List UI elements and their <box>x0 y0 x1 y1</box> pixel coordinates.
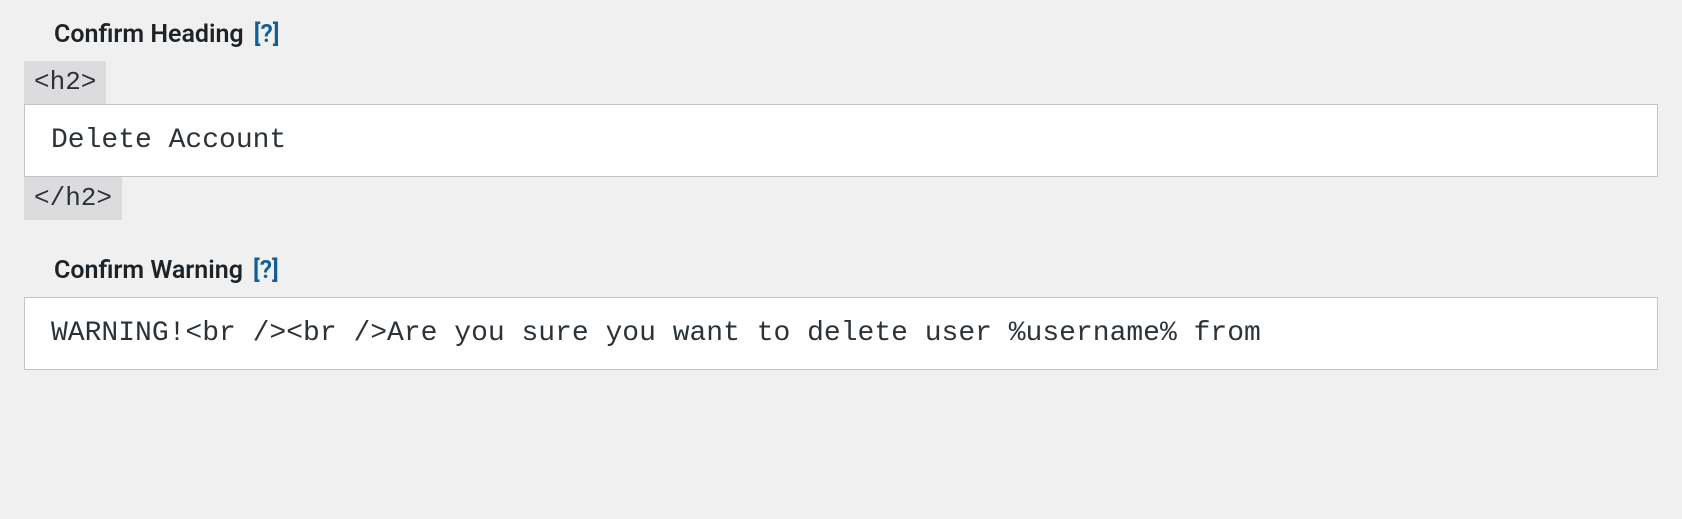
confirm-heading-tag-close: </h2> <box>24 177 122 220</box>
confirm-heading-help-link[interactable]: [?] <box>254 20 280 49</box>
confirm-heading-label-row: Confirm Heading [?] <box>54 20 1658 49</box>
confirm-warning-input[interactable] <box>24 297 1658 370</box>
confirm-warning-label: Confirm Warning <box>54 256 243 285</box>
confirm-heading-label: Confirm Heading <box>54 20 244 49</box>
confirm-warning-group: Confirm Warning [?] <box>24 256 1658 370</box>
confirm-warning-label-row: Confirm Warning [?] <box>54 256 1658 285</box>
settings-container: Confirm Heading [?] <h2> </h2> Confirm W… <box>0 0 1682 426</box>
confirm-heading-tag-open: <h2> <box>24 61 106 104</box>
confirm-heading-group: Confirm Heading [?] <h2> </h2> <box>24 20 1658 220</box>
confirm-warning-help-link[interactable]: [?] <box>253 256 279 285</box>
confirm-heading-input[interactable] <box>24 104 1658 177</box>
